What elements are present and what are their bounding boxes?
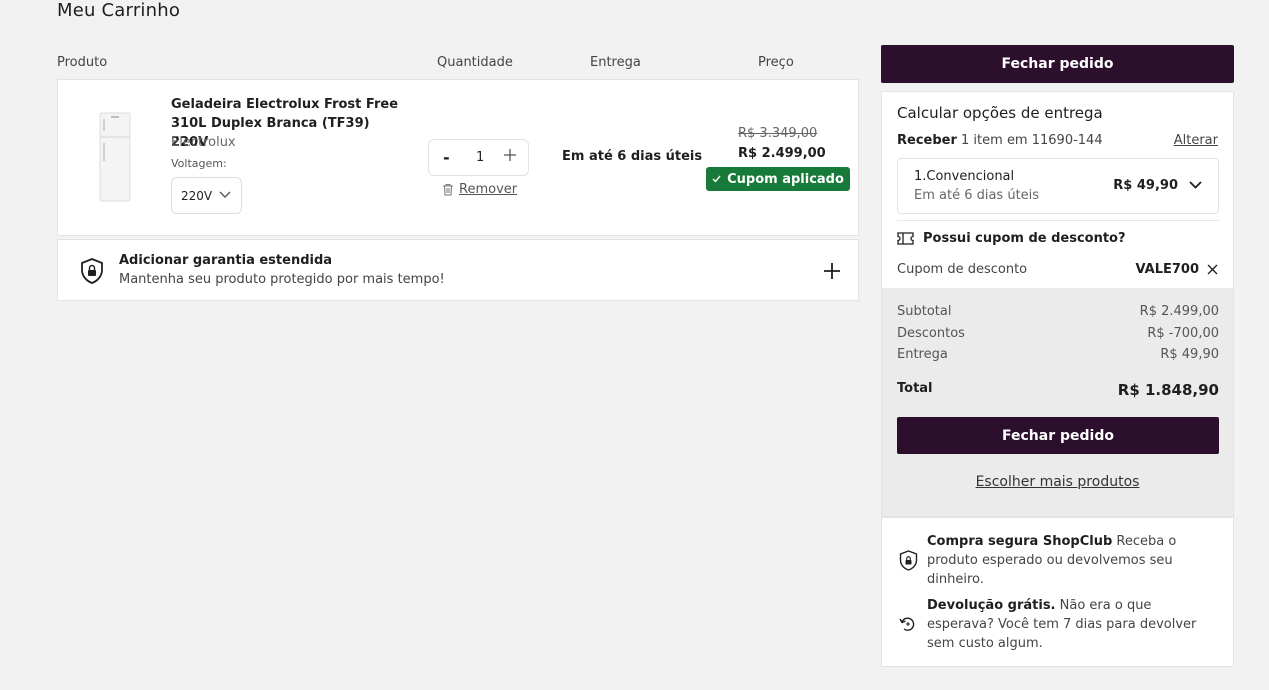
coupon-code: VALE700: [1135, 262, 1199, 277]
trash-icon: [443, 184, 453, 196]
ticket-icon: [897, 232, 914, 245]
subtotal-row: Subtotal R$ 2.499,00: [897, 304, 1219, 319]
plus-icon[interactable]: [823, 262, 841, 280]
coupon-applied-label: Cupom aplicado: [727, 171, 844, 187]
free-return-title: Devolução grátis.: [927, 598, 1056, 613]
remove-coupon-icon[interactable]: [1207, 264, 1218, 275]
receive-label: Receber: [897, 133, 957, 148]
page-title: Meu Carrinho: [57, 0, 181, 21]
subtotal-label: Subtotal: [897, 304, 952, 319]
remove-label: Remover: [459, 182, 518, 197]
secure-purchase-title: Compra segura ShopClub: [927, 534, 1113, 549]
quantity-value[interactable]: 1: [476, 150, 484, 165]
checkout-button-top[interactable]: Fechar pedido: [881, 45, 1234, 83]
shipping-option-select[interactable]: 1.Convencional Em até 6 dias úteis R$ 49…: [897, 158, 1219, 214]
cart-item: Geladeira Electrolux Frost Free 310L Dup…: [57, 79, 859, 236]
product-image[interactable]: [98, 111, 132, 203]
warranty-title: Adicionar garantia estendida: [119, 253, 333, 268]
voltage-select[interactable]: 220V: [171, 177, 242, 214]
shipping-option-name: 1.Convencional: [914, 169, 1015, 184]
discount-row: Descontos R$ -700,00: [897, 326, 1219, 341]
voltage-value: 220V: [181, 188, 213, 203]
current-price: R$ 2.499,00: [738, 146, 826, 161]
remove-item-button[interactable]: Remover: [442, 182, 517, 197]
receive-info: Receber 1 item em 11690-144: [897, 133, 1103, 148]
change-zip-link[interactable]: Alterar: [1174, 133, 1218, 148]
column-header-preco: Preço: [758, 55, 794, 70]
coupon-toggle[interactable]: Possui cupom de desconto?: [897, 231, 1126, 246]
chevron-down-icon: [219, 191, 231, 198]
coupon-label: Cupom de desconto: [897, 262, 1028, 277]
free-return-text: Devolução grátis. Não era o que esperava…: [927, 596, 1217, 653]
return-icon: [899, 617, 915, 631]
discount-value: R$ -700,00: [1147, 326, 1219, 341]
quantity-stepper: - 1: [428, 139, 529, 176]
subtotal-value: R$ 2.499,00: [1139, 304, 1219, 319]
shipping-row: Entrega R$ 49,90: [897, 347, 1219, 362]
total-label: Total: [897, 381, 933, 396]
voltage-label: Voltagem:: [171, 157, 227, 170]
coupon-question: Possui cupom de desconto?: [923, 231, 1126, 246]
trust-info: Compra segura ShopClub Receba o produto …: [881, 517, 1234, 667]
total-row: Total R$ 1.848,90: [897, 381, 1219, 399]
shipping-option-time: Em até 6 dias úteis: [914, 188, 1040, 203]
shield-lock-icon: [899, 550, 918, 571]
shipping-options-title: Calcular opções de entrega: [897, 104, 1103, 122]
chevron-down-icon: [1189, 181, 1202, 189]
column-header-quantidade: Quantidade: [437, 55, 513, 70]
product-brand: Electrolux: [171, 135, 236, 150]
total-value: R$ 1.848,90: [1117, 381, 1219, 399]
shipping-label: Entrega: [897, 347, 948, 362]
column-header-entrega: Entrega: [590, 55, 641, 70]
coupon-applied-badge: Cupom aplicado: [706, 167, 850, 191]
shipping-value: R$ 49,90: [1160, 347, 1219, 362]
secure-purchase-text: Compra segura ShopClub Receba o produto …: [927, 532, 1217, 589]
discount-label: Descontos: [897, 326, 965, 341]
increase-quantity-button[interactable]: [503, 148, 517, 162]
extended-warranty-card[interactable]: Adicionar garantia estendida Mantenha se…: [57, 239, 859, 301]
shield-lock-icon: [81, 258, 103, 284]
continue-shopping-link[interactable]: Escolher mais produtos: [882, 474, 1233, 490]
totals-section: Subtotal R$ 2.499,00 Descontos R$ -700,00 …: [882, 288, 1233, 516]
column-header-produto: Produto: [57, 55, 108, 70]
delivery-estimate: Em até 6 dias úteis: [562, 149, 703, 164]
shipping-option-price: R$ 49,90: [1113, 178, 1178, 193]
divider: [897, 220, 1219, 221]
warranty-subtitle: Mantenha seu produto protegido por mais …: [119, 272, 445, 287]
old-price: R$ 3.349,00: [738, 126, 818, 141]
decrease-quantity-button[interactable]: -: [443, 148, 450, 167]
receive-detail: 1 item em 11690-144: [961, 133, 1103, 148]
order-summary: Calcular opções de entrega Receber 1 ite…: [881, 91, 1234, 517]
check-icon: [712, 175, 721, 183]
checkout-button-bottom[interactable]: Fechar pedido: [897, 417, 1219, 454]
